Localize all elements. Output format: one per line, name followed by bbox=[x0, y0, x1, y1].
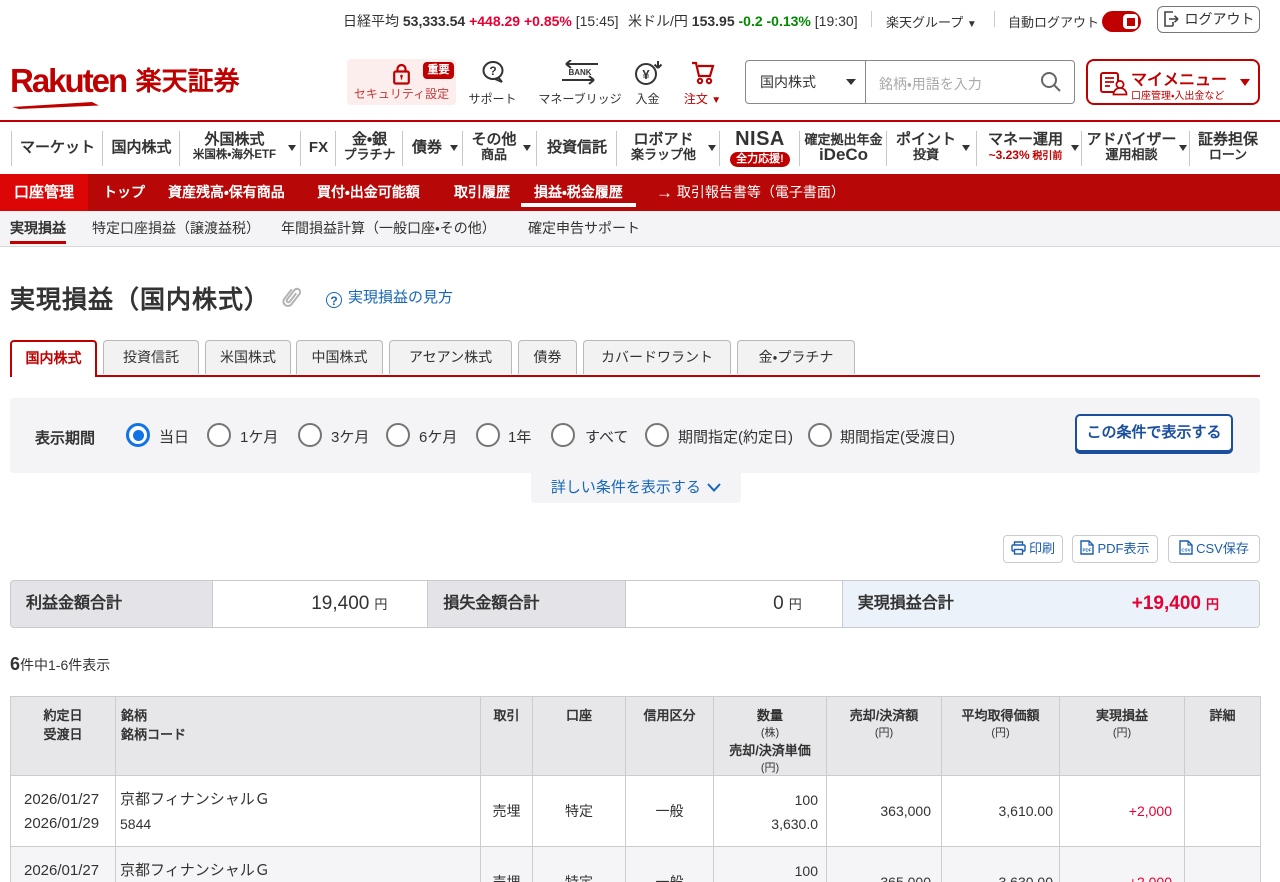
svg-text:¥: ¥ bbox=[642, 67, 650, 82]
svg-text:PDF: PDF bbox=[1083, 548, 1092, 553]
svg-text:?: ? bbox=[489, 64, 496, 78]
svg-text:CSV: CSV bbox=[1181, 548, 1190, 553]
svg-text:BANK: BANK bbox=[568, 68, 591, 77]
